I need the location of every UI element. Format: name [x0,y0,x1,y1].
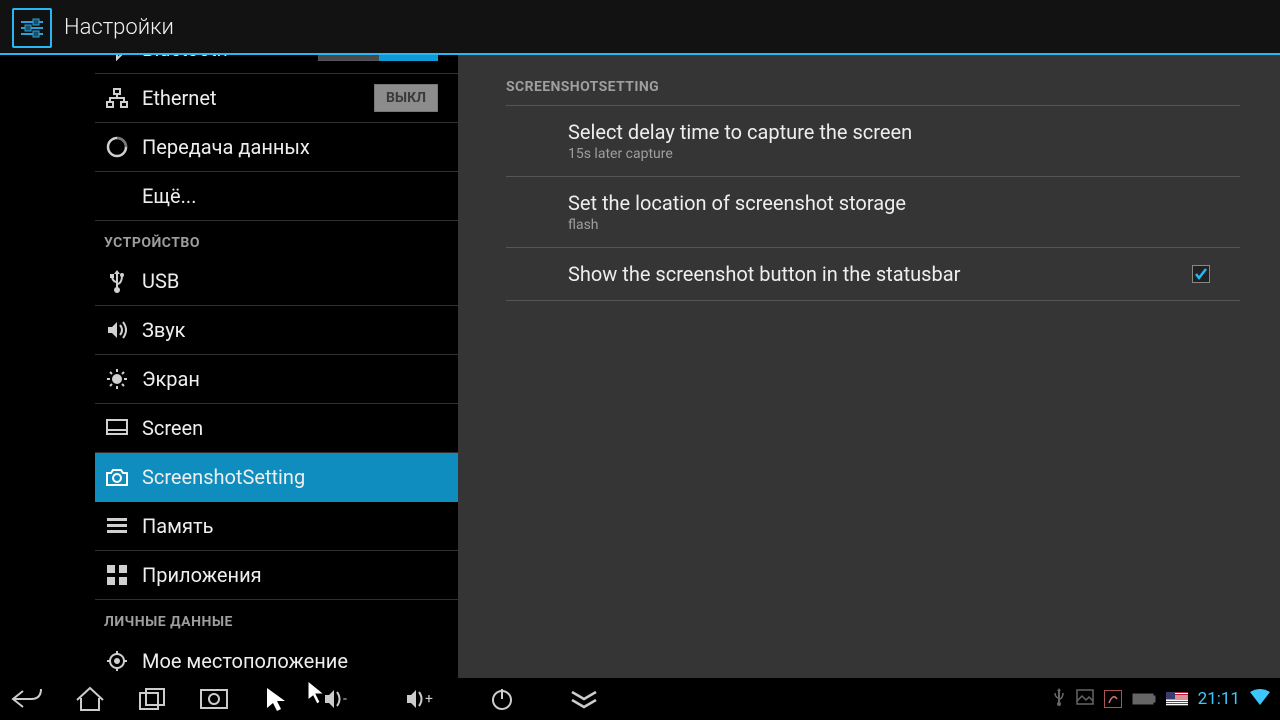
status-usb-icon [1052,687,1066,711]
usb-icon [104,268,130,294]
bluetooth-toggle[interactable]: ВКЛ [318,55,438,65]
sidebar-item-storage[interactable]: Память [95,502,458,551]
sidebar-item-label: Передача данных [142,135,458,159]
sidebar-item-sound[interactable]: Звук [95,306,458,355]
show-button-checkbox[interactable] [1192,265,1210,283]
sidebar-item-label: Screen [142,416,458,440]
sidebar-item-label: USB [142,269,458,293]
cursor-icon [258,681,294,717]
recent-apps-button[interactable] [134,681,170,717]
sound-icon [104,317,130,343]
sidebar-item-label: Ещё... [142,184,458,208]
sidebar: Bluetooth ВКЛ Ethernet ВЫКЛ Передача дан [0,55,458,678]
sidebar-item-apps[interactable]: Приложения [95,551,458,600]
setting-title: Show the screenshot button in the status… [568,262,1192,286]
ethernet-toggle[interactable]: ВЫКЛ [374,84,438,112]
svg-text:+: + [425,691,433,707]
status-language-icon [1166,692,1188,706]
setting-title: Select delay time to capture the screen [568,120,1228,144]
ethernet-icon [104,85,130,111]
power-button[interactable] [484,681,520,717]
status-clock: 21:11 [1198,689,1240,709]
status-battery-icon [1132,690,1156,709]
setting-subtitle: 15s later capture [568,146,1228,162]
sidebar-item-label: Звук [142,318,458,342]
svg-text:-: - [343,691,347,707]
sidebar-item-usb[interactable]: USB [95,257,458,306]
data-usage-icon [104,134,130,160]
camera-icon [104,464,130,490]
sidebar-item-label: Приложения [142,563,458,587]
status-app-icon [1104,690,1122,708]
sidebar-item-label: ScreenshotSetting [142,465,458,489]
sidebar-item-data-usage[interactable]: Передача данных [95,123,458,172]
storage-icon [104,513,130,539]
location-icon [104,648,130,674]
sidebar-item-display[interactable]: Экран [95,355,458,404]
system-navbar: - + 21:11 [0,678,1280,720]
sidebar-item-more[interactable]: Ещё... [95,172,458,221]
titlebar: Настройки [0,0,1280,55]
setting-row-storage[interactable]: Set the location of screenshot storage f… [506,177,1240,248]
sidebar-item-label: Bluetooth [142,55,318,61]
setting-row-show-button[interactable]: Show the screenshot button in the status… [506,248,1240,301]
setting-title: Set the location of screenshot storage [568,191,1228,215]
bluetooth-icon [104,55,130,62]
section-header-device: УСТРОЙСТВО [95,221,458,257]
sidebar-item-location[interactable]: Мое местоположение [95,636,458,678]
status-wifi-icon [1250,689,1270,709]
content-section-header: SCREENSHOTSETTING [506,73,1240,106]
main: Bluetooth ВКЛ Ethernet ВЫКЛ Передача дан [0,55,1280,678]
expand-button[interactable] [566,681,602,717]
sidebar-item-label: Мое местоположение [142,649,458,673]
back-button[interactable] [10,681,46,717]
content-panel: SCREENSHOTSETTING Select delay time to c… [458,55,1280,678]
volume-up-button[interactable]: + [402,681,438,717]
apps-icon [104,562,130,588]
screen-icon [104,415,130,441]
sidebar-item-label: Экран [142,367,458,391]
page-title: Настройки [64,15,174,40]
volume-down-button[interactable]: - [320,681,356,717]
sidebar-item-bluetooth[interactable]: Bluetooth ВКЛ [95,55,458,74]
section-header-personal: ЛИЧНЫЕ ДАННЫЕ [95,600,458,636]
brightness-icon [104,366,130,392]
sidebar-item-screenshot-setting[interactable]: ScreenshotSetting [95,453,458,502]
sidebar-item-label: Память [142,514,458,538]
home-button[interactable] [72,681,108,717]
settings-icon [12,8,52,48]
setting-row-delay[interactable]: Select delay time to capture the screen … [506,106,1240,177]
setting-subtitle: flash [568,217,1228,233]
sidebar-item-label: Ethernet [142,86,374,110]
sidebar-item-ethernet[interactable]: Ethernet ВЫКЛ [95,74,458,123]
sidebar-item-screen[interactable]: Screen [95,404,458,453]
screenshot-button[interactable] [196,681,232,717]
status-picture-icon [1076,689,1094,709]
